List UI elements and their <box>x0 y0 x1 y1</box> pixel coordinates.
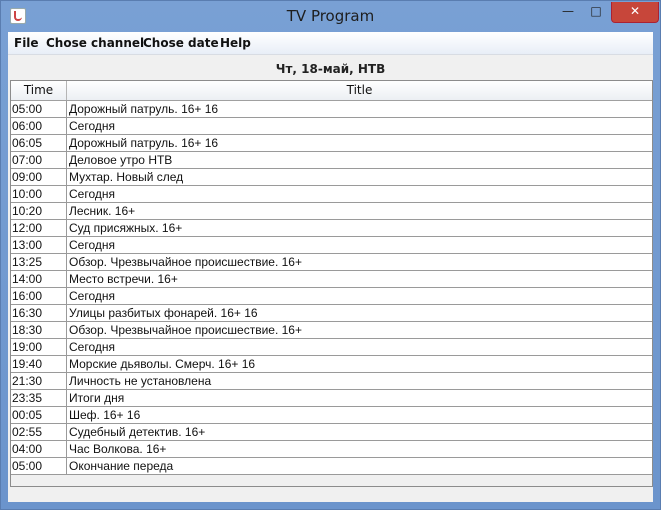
table-row[interactable]: 18:30 Обзор. Чрезвычайное происшествие. 1… <box>11 322 652 339</box>
client-area: File Chose channel Chose date Help Чт, 1… <box>8 32 653 502</box>
table-row[interactable]: 19:00 Сегодня <box>11 339 652 356</box>
cell-time[interactable]: 06:05 <box>12 135 65 151</box>
column-header-time[interactable]: Time <box>11 81 67 100</box>
menu-help[interactable]: Help <box>220 36 251 50</box>
table-row[interactable]: 10:00 Сегодня <box>11 186 652 203</box>
column-header-title[interactable]: Title <box>67 81 652 100</box>
table-row[interactable]: 14:00 Место встречи. 16+ <box>11 271 652 288</box>
cell-title[interactable]: Сегодня <box>69 186 649 202</box>
cell-time[interactable]: 19:00 <box>12 339 65 355</box>
menu-chose-channel[interactable]: Chose channel <box>46 36 144 50</box>
cell-title[interactable]: Мухтар. Новый след <box>69 169 649 185</box>
channel-date-label: Чт, 18-май, НТВ <box>275 62 386 76</box>
cell-time[interactable]: 04:00 <box>12 441 65 457</box>
cell-title[interactable]: Сегодня <box>69 288 649 304</box>
cell-title[interactable]: Лесник. 16+ <box>69 203 649 219</box>
cell-time[interactable]: 02:55 <box>12 424 65 440</box>
cell-title[interactable]: Улицы разбитых фонарей. 16+ 16 <box>69 305 649 321</box>
table-row[interactable]: 04:00 Час Волкова. 16+ <box>11 441 652 458</box>
table-row[interactable]: 23:35 Итоги дня <box>11 390 652 407</box>
cell-title[interactable]: Сегодня <box>69 339 649 355</box>
cell-title[interactable]: Сегодня <box>69 237 649 253</box>
cell-time[interactable]: 05:00 <box>12 101 65 117</box>
table-body: 05:00 Дорожный патруль. 16+ 16 06:00 Сегодн… <box>11 101 652 475</box>
cell-time[interactable]: 12:00 <box>12 220 65 236</box>
cell-title[interactable]: Сегодня <box>69 118 649 134</box>
minimize-button[interactable]: — <box>555 2 581 22</box>
table-row[interactable]: 12:00 Суд присяжных. 16+ <box>11 220 652 237</box>
table-row[interactable]: 21:30 Личность не установлена <box>11 373 652 390</box>
cell-title[interactable]: Личность не установлена <box>69 373 649 389</box>
cell-title[interactable]: Суд присяжных. 16+ <box>69 220 649 236</box>
cell-time[interactable]: 18:30 <box>12 322 65 338</box>
cell-title[interactable]: Место встречи. 16+ <box>69 271 649 287</box>
table-row[interactable]: 00:05 Шеф. 16+ 16 <box>11 407 652 424</box>
cell-time[interactable]: 10:00 <box>12 186 65 202</box>
cell-title[interactable]: Морские дьяволы. Смерч. 16+ 16 <box>69 356 649 372</box>
cell-title[interactable]: Обзор. Чрезвычайное происшествие. 16+ <box>69 322 649 338</box>
cell-time[interactable]: 13:25 <box>12 254 65 270</box>
table-row[interactable]: 05:00 Окончание переда <box>11 458 652 475</box>
cell-time[interactable]: 21:30 <box>12 373 65 389</box>
maximize-button[interactable]: □ <box>583 2 609 22</box>
cell-title[interactable]: Судебный детектив. 16+ <box>69 424 649 440</box>
table-header: Time Title <box>11 81 652 101</box>
table-row[interactable]: 06:00 Сегодня <box>11 118 652 135</box>
table-row[interactable]: 13:25 Обзор. Чрезвычайное происшествие. 1… <box>11 254 652 271</box>
cell-time[interactable]: 10:20 <box>12 203 65 219</box>
table-row[interactable]: 06:05 Дорожный патруль. 16+ 16 <box>11 135 652 152</box>
table-row[interactable]: 13:00 Сегодня <box>11 237 652 254</box>
cell-title[interactable]: Итоги дня <box>69 390 649 406</box>
table-row[interactable]: 16:30 Улицы разбитых фонарей. 16+ 16 <box>11 305 652 322</box>
close-button[interactable]: ✕ <box>611 2 659 23</box>
cell-time[interactable]: 16:00 <box>12 288 65 304</box>
cell-title[interactable]: Окончание переда <box>69 458 649 474</box>
cell-time[interactable]: 16:30 <box>12 305 65 321</box>
cell-title[interactable]: Деловое утро НТВ <box>69 152 649 168</box>
table-row[interactable]: 09:00 Мухтар. Новый след <box>11 169 652 186</box>
cell-title[interactable]: Час Волкова. 16+ <box>69 441 649 457</box>
menu-bar: File Chose channel Chose date Help <box>8 32 653 55</box>
table-row[interactable]: 10:20 Лесник. 16+ <box>11 203 652 220</box>
cell-title[interactable]: Обзор. Чрезвычайное происшествие. 16+ <box>69 254 649 270</box>
cell-title[interactable]: Шеф. 16+ 16 <box>69 407 649 423</box>
table-row[interactable]: 16:00 Сегодня <box>11 288 652 305</box>
menu-file[interactable]: File <box>14 36 39 50</box>
cell-time[interactable]: 23:35 <box>12 390 65 406</box>
table-row[interactable]: 19:40 Морские дьяволы. Смерч. 16+ 16 <box>11 356 652 373</box>
cell-time[interactable]: 14:00 <box>12 271 65 287</box>
title-bar[interactable]: TV Program — □ ✕ <box>1 1 660 32</box>
table-row[interactable]: 07:00 Деловое утро НТВ <box>11 152 652 169</box>
cell-time[interactable]: 09:00 <box>12 169 65 185</box>
cell-title[interactable]: Дорожный патруль. 16+ 16 <box>69 135 649 151</box>
status-bar <box>8 488 653 500</box>
table-row[interactable]: 02:55 Судебный детектив. 16+ <box>11 424 652 441</box>
app-window: TV Program — □ ✕ File Chose channel Chos… <box>0 0 661 510</box>
table-row[interactable]: 05:00 Дорожный патруль. 16+ 16 <box>11 101 652 118</box>
cell-time[interactable]: 06:00 <box>12 118 65 134</box>
cell-title[interactable]: Дорожный патруль. 16+ 16 <box>69 101 649 117</box>
cell-time[interactable]: 00:05 <box>12 407 65 423</box>
cell-time[interactable]: 05:00 <box>12 458 65 474</box>
menu-chose-date[interactable]: Chose date <box>143 36 219 50</box>
cell-time[interactable]: 13:00 <box>12 237 65 253</box>
cell-time[interactable]: 07:00 <box>12 152 65 168</box>
cell-time[interactable]: 19:40 <box>12 356 65 372</box>
program-table[interactable]: Time Title 05:00 Дорожный патруль. 16+ 16… <box>10 80 653 487</box>
